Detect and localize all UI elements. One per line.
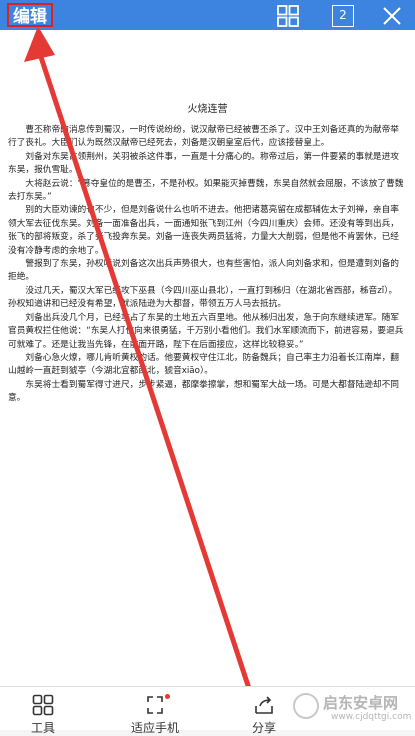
- share-button[interactable]: 分享: [238, 687, 290, 735]
- fit-phone-button[interactable]: 适应手机: [120, 687, 190, 735]
- document-body: 曹丕称帝的消息传到蜀汉，一时传说纷纷，说汉献帝已经被曹丕杀了。汉中王刘备还真的为…: [8, 124, 404, 406]
- watermark-name: 启东安卓网: [323, 694, 399, 712]
- tools-label: 工具: [30, 721, 55, 735]
- paragraph: 大将赵云说：“篡夺皇位的是曹丕，不是孙权。如果能灭掉曹魏，东吴自然就会屈服，不该…: [8, 178, 404, 203]
- paragraph: 别的大臣劝谏的也不少，但是刘备说什么也听不进去。他把诸葛亮留在成都辅佐太子刘禅，…: [8, 205, 399, 256]
- tab-count-value: 2: [339, 8, 347, 22]
- grid-icon[interactable]: [277, 5, 299, 27]
- tools-icon: [32, 694, 54, 716]
- paragraph: 东吴将士看到蜀军得寸进尺，步步紧逼，都摩拳擦掌，想和蜀军大战一场。可是大都督陆逊…: [8, 379, 399, 404]
- document-title: 火烧连营: [187, 104, 228, 115]
- close-icon[interactable]: [381, 5, 403, 27]
- paragraph: 曹丕称帝的消息传到蜀汉，一时传说纷纷，说汉献帝已经被曹丕杀了。汉中王刘备还真的为…: [8, 125, 399, 149]
- paragraph: 刘备出兵没几个月，已经攻占了东吴的土地五六百里地。他从秭归出发，急于向东继续进军…: [8, 312, 404, 350]
- paragraph: 刘备对东吴占领荆州，关羽被杀这件事，一直是十分痛心的。称帝过后，第一件要紧的事就…: [8, 151, 399, 176]
- paragraph: 刘备心急火燎，哪儿肯听黄权的话。他要黄权守住江北，防备魏兵；自己率主力沿着长江南…: [8, 352, 399, 377]
- document-page: 火烧连营 曹丕称帝的消息传到蜀汉，一时传说纷纷，说汉献帝已经被曹丕杀了。汉中王刘…: [0, 30, 415, 686]
- tab-count-icon[interactable]: 2: [332, 5, 354, 27]
- fit-phone-label: 适应手机: [130, 721, 179, 735]
- share-icon: [255, 696, 273, 714]
- paragraph: 没过几天，蜀汉大军已经攻下巫县（今四川巫山县北），一直打到秭归（在湖北省西部，秭…: [8, 285, 398, 310]
- notification-dot: [165, 694, 170, 699]
- paragraph: 警报到了东吴，孙权听说刘备这次出兵声势很大，也有些害怕，派人向刘备求和，但是遭到…: [8, 259, 399, 283]
- watermark-logo-icon: [293, 693, 319, 719]
- tools-button[interactable]: 工具: [18, 687, 68, 735]
- edit-button[interactable]: 编辑: [7, 3, 53, 27]
- site-watermark: 启东安卓网 www.cjdqttgi.com: [293, 691, 411, 727]
- top-toolbar: 编辑 2: [0, 0, 415, 30]
- watermark-url: www.cjdqttgi.com: [331, 712, 412, 722]
- fit-phone-icon: [147, 696, 163, 714]
- share-label: 分享: [251, 721, 276, 735]
